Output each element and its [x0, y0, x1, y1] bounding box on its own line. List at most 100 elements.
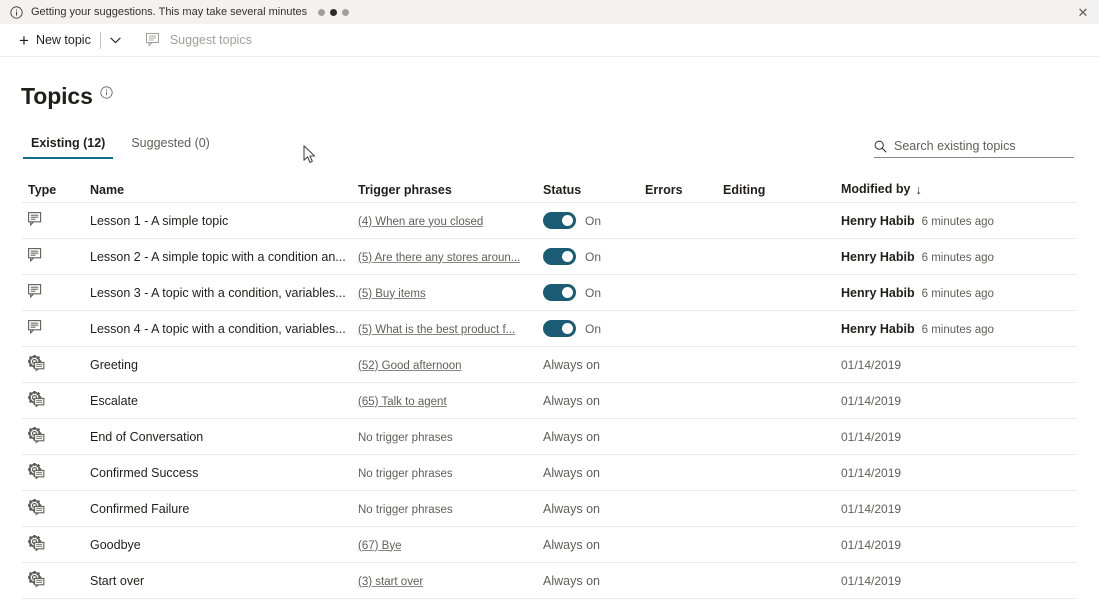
cell-topic-name[interactable]: Confirmed Success	[90, 466, 358, 480]
cell-topic-name[interactable]: Confirmed Failure	[90, 502, 358, 516]
close-icon[interactable]: ✕	[1076, 5, 1090, 19]
table-header-row: Type Name Trigger phrases Status Errors …	[22, 177, 1077, 203]
cell-status: Always on	[543, 394, 645, 408]
table-row[interactable]: Goodbye (67) Bye Always on 01/14/2019	[22, 527, 1077, 563]
cell-modified-by: Henry Habib 6 minutes ago	[841, 214, 1077, 228]
column-header-type[interactable]: Type	[22, 183, 90, 197]
status-toggle-label: On	[585, 249, 602, 264]
column-header-editing[interactable]: Editing	[723, 183, 841, 197]
suggest-topics-button[interactable]: Suggest topics	[139, 26, 259, 55]
trigger-phrases-link[interactable]: (5) What is the best product f...	[358, 324, 515, 336]
tab-existing[interactable]: Existing (12)	[22, 136, 114, 159]
cell-topic-name[interactable]: Start over	[90, 574, 358, 588]
trigger-phrases-link[interactable]: (65) Talk to agent	[358, 396, 447, 408]
info-icon[interactable]	[100, 86, 113, 99]
table-row[interactable]: Greeting (52) Good afternoon Always on 01/1…	[22, 347, 1077, 383]
modified-by-time: 6 minutes ago	[921, 215, 994, 228]
info-icon	[10, 5, 23, 19]
cell-status: Always on	[543, 430, 645, 444]
cell-topic-name[interactable]: Lesson 2 - A simple topic with a conditi…	[90, 250, 358, 264]
cell-status: On	[543, 320, 645, 337]
trigger-phrases-link[interactable]: (5) Are there any stores aroun...	[358, 252, 520, 264]
cell-modified-by: 01/14/2019	[841, 538, 1077, 552]
cell-topic-name[interactable]: Greeting	[90, 358, 358, 372]
new-topic-button[interactable]: + New topic	[12, 26, 98, 55]
modified-by-time: 6 minutes ago	[921, 287, 994, 300]
status-toggle[interactable]	[543, 320, 576, 337]
modified-by-date: 01/14/2019	[841, 465, 902, 480]
cell-status: On	[543, 284, 645, 301]
system-topic-icon	[27, 570, 45, 588]
cell-topic-name[interactable]: Lesson 3 - A topic with a condition, var…	[90, 286, 358, 300]
table-row[interactable]: Start over (3) start over Always on 01/14/2…	[22, 563, 1077, 599]
column-header-modified-by[interactable]: Modified by ↓	[841, 182, 1077, 197]
table-row[interactable]: Confirmed Success No trigger phrases Alway…	[22, 455, 1077, 491]
cell-trigger-phrases: (52) Good afternoon	[358, 358, 543, 372]
cell-trigger-phrases: (5) Are there any stores aroun...	[358, 250, 543, 264]
cell-modified-by: 01/14/2019	[841, 358, 1077, 372]
page-title-row: Topics	[21, 57, 1077, 108]
status-toggle-label: On	[585, 321, 602, 336]
trigger-phrases-link[interactable]: (4) When are you closed	[358, 216, 483, 228]
cell-status: On	[543, 212, 645, 229]
trigger-phrases-link[interactable]: (67) Bye	[358, 540, 401, 552]
table-row[interactable]: Escalate (65) Talk to agent Always on 01/14…	[22, 383, 1077, 419]
cell-topic-name[interactable]: End of Conversation	[90, 430, 358, 444]
cell-modified-by: 01/14/2019	[841, 394, 1077, 408]
search-input[interactable]	[894, 139, 1074, 153]
status-toggle[interactable]	[543, 248, 576, 265]
trigger-phrases-link[interactable]: (3) start over	[358, 576, 423, 588]
trigger-phrases-empty: No trigger phrases	[358, 503, 453, 516]
cell-type	[22, 248, 90, 265]
cell-topic-name[interactable]: Lesson 1 - A simple topic	[90, 214, 358, 228]
status-toggle-group: On	[543, 320, 645, 337]
chat-bubble-icon	[28, 248, 42, 263]
new-topic-dropdown-button[interactable]	[103, 26, 129, 55]
status-toggle[interactable]	[543, 284, 576, 301]
cell-trigger-phrases: (65) Talk to agent	[358, 394, 543, 408]
status-toggle[interactable]	[543, 212, 576, 229]
system-topic-icon	[27, 462, 45, 480]
column-header-name[interactable]: Name	[90, 183, 358, 197]
column-header-errors[interactable]: Errors	[645, 183, 723, 197]
cell-topic-name[interactable]: Goodbye	[90, 538, 358, 552]
table-row[interactable]: Lesson 1 - A simple topic (4) When are yo…	[22, 203, 1077, 239]
chat-bubble-icon	[28, 284, 42, 299]
toggle-knob	[562, 251, 573, 262]
modified-by-date: 01/14/2019	[841, 501, 902, 516]
toggle-knob	[562, 215, 573, 226]
system-topic-icon	[27, 390, 45, 408]
loading-dot	[318, 8, 326, 16]
search-box[interactable]	[874, 139, 1074, 158]
cell-trigger-phrases: (3) start over	[358, 574, 543, 588]
status-toggle-group: On	[543, 248, 645, 265]
topics-table: Type Name Trigger phrases Status Errors …	[22, 177, 1077, 599]
column-header-trigger[interactable]: Trigger phrases	[358, 183, 543, 197]
column-header-status[interactable]: Status	[543, 183, 645, 197]
modified-by-date: 01/14/2019	[841, 357, 902, 372]
table-row[interactable]: End of Conversation No trigger phrases Alw…	[22, 419, 1077, 455]
cell-type	[22, 426, 90, 446]
status-text: Always on	[543, 573, 600, 588]
table-row[interactable]: Lesson 4 - A topic with a condition, var…	[22, 311, 1077, 347]
plus-icon: +	[19, 30, 29, 50]
trigger-phrases-link[interactable]: (5) Buy items	[358, 288, 426, 300]
cell-topic-name[interactable]: Escalate	[90, 394, 358, 408]
toggle-knob	[562, 287, 573, 298]
trigger-phrases-link[interactable]: (52) Good afternoon	[358, 360, 462, 372]
table-row[interactable]: Confirmed Failure No trigger phrases Alway…	[22, 491, 1077, 527]
cell-type	[22, 498, 90, 518]
cell-modified-by: 01/14/2019	[841, 502, 1077, 516]
chevron-down-icon	[110, 36, 122, 43]
table-row[interactable]: Lesson 3 - A topic with a condition, var…	[22, 275, 1077, 311]
status-text: Always on	[543, 465, 600, 480]
system-topic-icon	[27, 498, 45, 516]
cell-topic-name[interactable]: Lesson 4 - A topic with a condition, var…	[90, 322, 358, 336]
cell-trigger-phrases: (67) Bye	[358, 538, 543, 552]
cell-status: On	[543, 248, 645, 265]
loading-dot	[330, 8, 338, 16]
status-text: Always on	[543, 429, 600, 444]
modified-by-time: 6 minutes ago	[921, 323, 994, 336]
tab-suggested[interactable]: Suggested (0)	[122, 136, 219, 159]
table-row[interactable]: Lesson 2 - A simple topic with a conditi…	[22, 239, 1077, 275]
